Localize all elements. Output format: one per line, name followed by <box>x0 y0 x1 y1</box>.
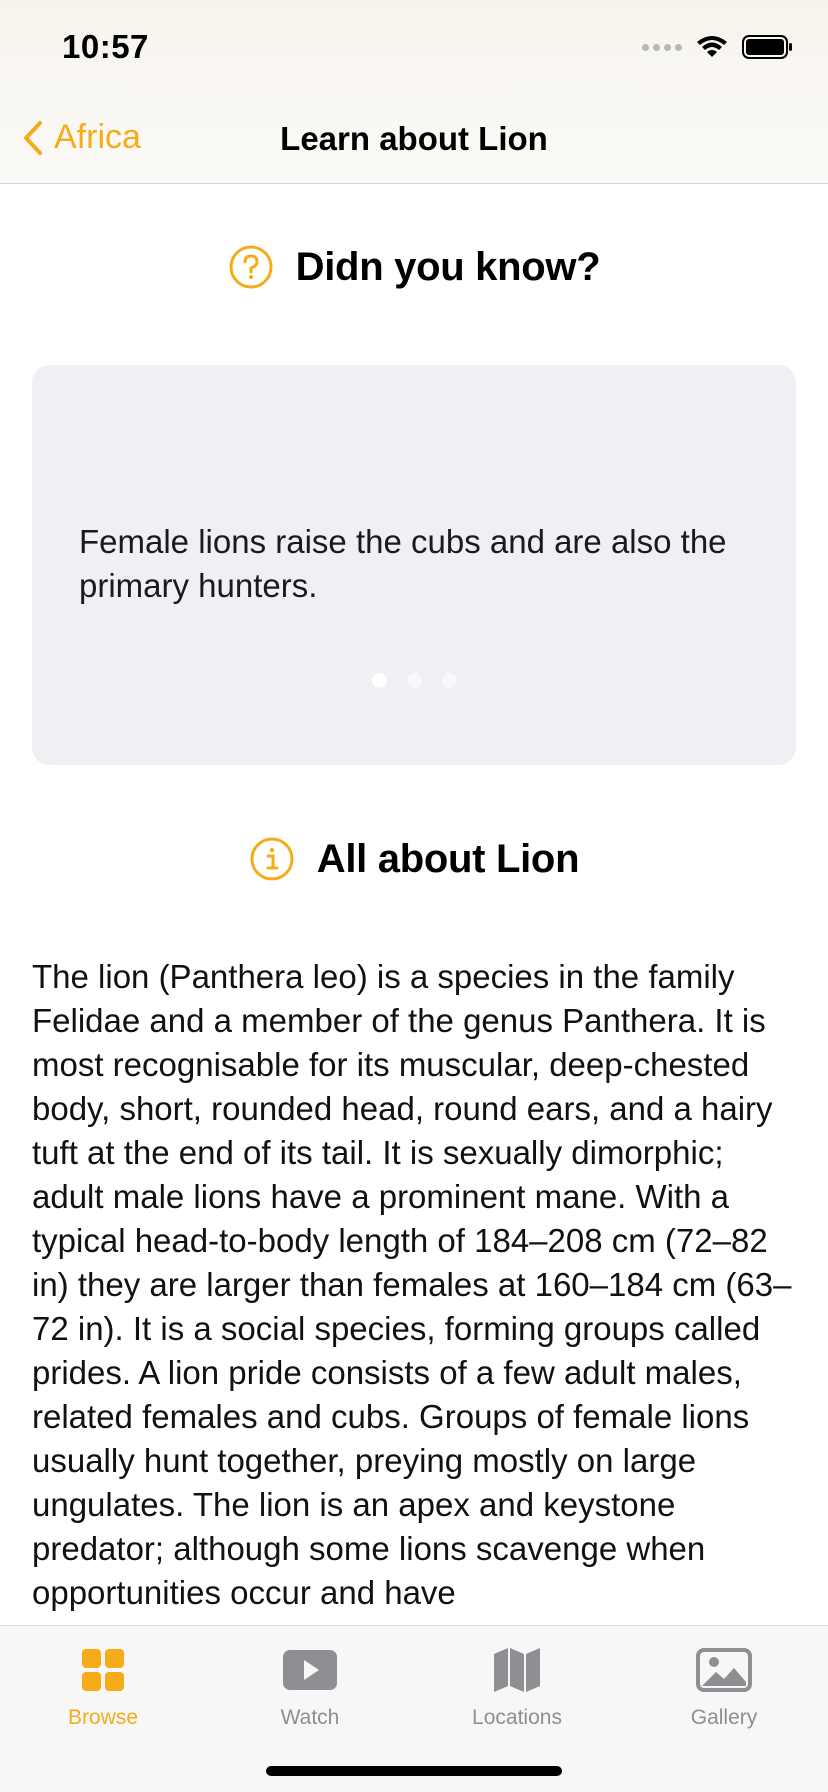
play-icon <box>283 1650 337 1690</box>
photo-icon <box>696 1648 752 1692</box>
about-header: All about Lion <box>0 836 828 882</box>
tab-label: Watch <box>280 1706 340 1729</box>
grid-icon <box>82 1649 124 1691</box>
page-control[interactable] <box>32 673 796 688</box>
battery-icon <box>742 35 792 59</box>
fact-carousel[interactable]: Female lions raise the cubs and are also… <box>32 365 796 765</box>
tab-label: Gallery <box>690 1706 758 1729</box>
tab-locations[interactable]: Locations <box>417 1642 617 1730</box>
status-icons <box>642 34 794 60</box>
tab-label: Browse <box>67 1706 139 1729</box>
status-time: 10:57 <box>62 28 149 65</box>
screen: 10:57 Africa Learn about Lion Didn you k… <box>0 0 828 1792</box>
page-title: Learn about Lion <box>280 120 548 157</box>
navigation-bar: 10:57 Africa Learn about Lion <box>0 0 828 184</box>
did-you-know-title: Didn you know? <box>295 244 601 289</box>
home-indicator[interactable] <box>266 1766 562 1776</box>
fact-text: Female lions raise the cubs and are also… <box>79 523 727 604</box>
question-circle-icon <box>229 245 273 289</box>
tab-browse[interactable]: Browse <box>3 1642 203 1730</box>
wifi-icon <box>697 36 727 57</box>
page-dot[interactable] <box>406 673 422 688</box>
tab-label: Locations <box>472 1706 562 1729</box>
page-dot[interactable] <box>371 673 387 688</box>
cellular-signal-icon <box>642 43 682 51</box>
about-title: All about Lion <box>316 836 580 881</box>
did-you-know-header: Didn you know? <box>0 244 828 290</box>
info-circle-icon <box>250 837 294 881</box>
page-dot[interactable] <box>441 673 457 688</box>
tab-gallery[interactable]: Gallery <box>624 1642 824 1730</box>
map-icon <box>494 1648 540 1692</box>
tab-watch[interactable]: Watch <box>210 1642 410 1730</box>
about-text: The lion (Panthera leo) is a species in … <box>32 958 792 1611</box>
